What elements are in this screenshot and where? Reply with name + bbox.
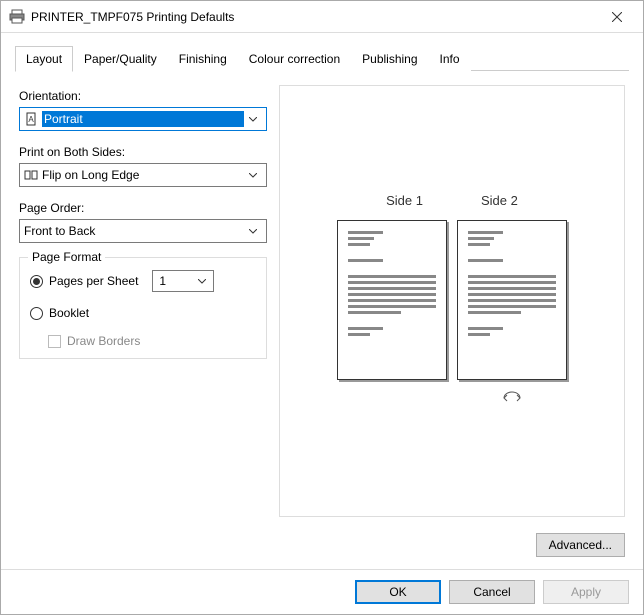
chevron-down-icon (195, 279, 209, 284)
flip-long-edge-icon (24, 168, 38, 182)
titlebar: PRINTER_TMPF075 Printing Defaults (1, 1, 643, 33)
duplex-dropdown[interactable]: Flip on Long Edge (19, 163, 267, 187)
preview-page-2 (457, 220, 567, 380)
tab-colour-correction[interactable]: Colour correction (238, 46, 351, 71)
duplex-value: Flip on Long Edge (42, 168, 244, 182)
orientation-label: Orientation: (19, 89, 267, 103)
close-button[interactable] (597, 3, 637, 31)
side1-label: Side 1 (386, 193, 423, 208)
tab-paper-quality[interactable]: Paper/Quality (73, 46, 168, 71)
booklet-label: Booklet (49, 306, 89, 320)
flip-icon (502, 390, 522, 409)
preview-page-1 (337, 220, 447, 380)
side2-label: Side 2 (481, 193, 518, 208)
tab-layout[interactable]: Layout (15, 46, 73, 72)
page-order-dropdown[interactable]: Front to Back (19, 219, 267, 243)
draw-borders-checkbox (48, 335, 61, 348)
advanced-button[interactable]: Advanced... (536, 533, 625, 557)
cancel-button[interactable]: Cancel (449, 580, 535, 604)
apply-button: Apply (543, 580, 629, 604)
window-title: PRINTER_TMPF075 Printing Defaults (31, 10, 597, 24)
advanced-row: Advanced... (15, 523, 629, 569)
portrait-icon: A (24, 112, 38, 126)
svg-text:A: A (28, 115, 34, 124)
ok-button[interactable]: OK (355, 580, 441, 604)
page-order-label: Page Order: (19, 201, 267, 215)
tab-info[interactable]: Info (429, 46, 471, 71)
orientation-dropdown[interactable]: A Portrait (19, 107, 267, 131)
draw-borders-label: Draw Borders (67, 334, 140, 348)
tab-strip: Layout Paper/Quality Finishing Colour co… (15, 45, 629, 71)
dialog-window: PRINTER_TMPF075 Printing Defaults Layout… (0, 0, 644, 615)
booklet-radio-row[interactable]: Booklet (30, 306, 256, 320)
preview-pane: Side 1 Side 2 (279, 85, 625, 517)
pages-per-sheet-value: 1 (159, 274, 195, 288)
side-labels: Side 1 Side 2 (386, 193, 518, 208)
booklet-radio[interactable] (30, 307, 43, 320)
duplex-label: Print on Both Sides: (19, 145, 267, 159)
tab-finishing[interactable]: Finishing (168, 46, 238, 71)
tab-publishing[interactable]: Publishing (351, 46, 428, 71)
tab-body: Orientation: A Portrait Print on Both Si… (15, 71, 629, 523)
page-order-value: Front to Back (24, 224, 244, 238)
pages-per-sheet-label: Pages per Sheet (49, 274, 138, 288)
draw-borders-row: Draw Borders (48, 334, 256, 348)
settings-column: Orientation: A Portrait Print on Both Si… (19, 85, 267, 517)
pages-per-sheet-radio-row[interactable]: Pages per Sheet 1 (30, 270, 256, 292)
preview-column: Side 1 Side 2 (279, 85, 625, 517)
preview-pages (337, 220, 567, 380)
chevron-down-icon (244, 220, 262, 242)
dialog-footer: OK Cancel Apply (1, 569, 643, 614)
chevron-down-icon (244, 164, 262, 186)
pages-per-sheet-radio[interactable] (30, 275, 43, 288)
chevron-down-icon (244, 108, 262, 130)
printer-icon (9, 9, 25, 25)
page-format-group: Page Format Pages per Sheet 1 Booklet (19, 257, 267, 359)
orientation-value: Portrait (42, 111, 244, 127)
content-area: Layout Paper/Quality Finishing Colour co… (1, 33, 643, 569)
page-format-legend: Page Format (28, 250, 105, 264)
pages-per-sheet-dropdown[interactable]: 1 (152, 270, 214, 292)
